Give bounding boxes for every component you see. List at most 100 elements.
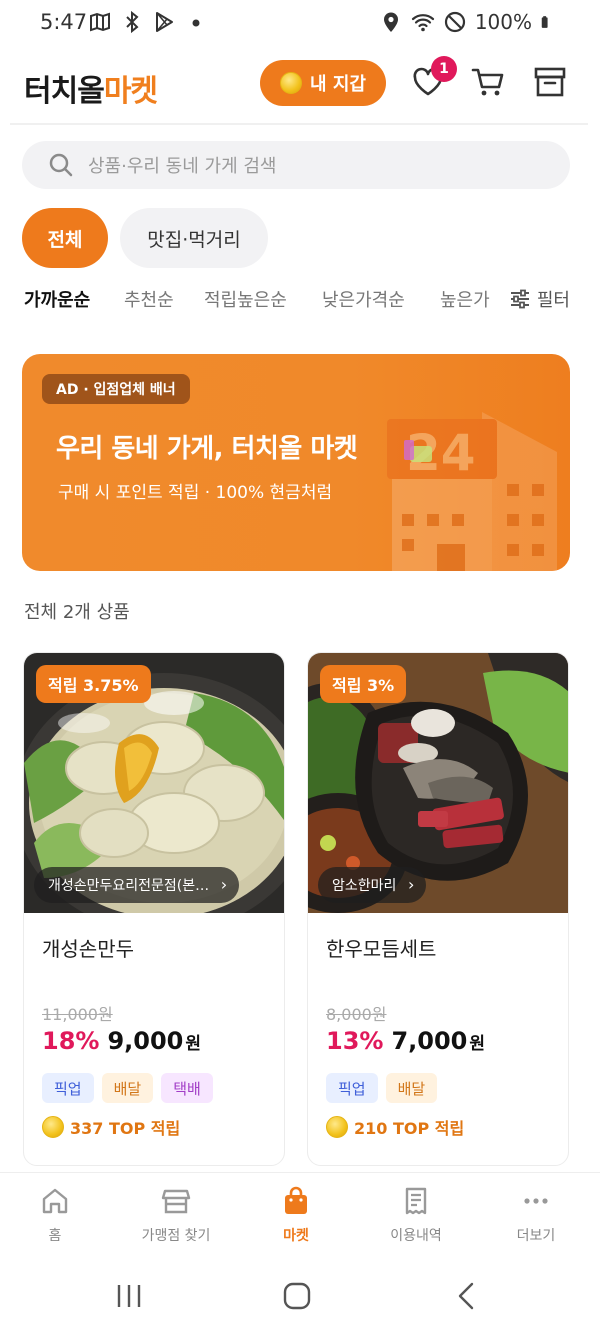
battery-icon (541, 16, 548, 28)
shopping-bag-icon (285, 1186, 307, 1214)
tag-delivery: 배달 (101, 1073, 154, 1103)
status-bar: 5:47 100% (0, 0, 600, 48)
status-time: 5:47 (40, 10, 88, 34)
dot-icon (192, 19, 200, 27)
fulfillment-tags: 픽업 배달 택배 (42, 1073, 213, 1103)
wishlist-count-badge: 1 (431, 56, 457, 82)
chevron-right-icon: › (220, 875, 228, 894)
bluetooth-icon (126, 10, 139, 34)
back-icon[interactable] (452, 1282, 482, 1310)
logo-text-accent: 마켓 (103, 74, 158, 109)
product-card[interactable]: 적립 3.75% 개성손만두요리전문점(본… › 개성손만두 11,000원 1… (23, 652, 285, 1166)
product-photo[interactable]: 적립 3% 암소한마리 › (308, 653, 568, 913)
store-link[interactable]: 암소한마리 › (318, 867, 427, 903)
currency-unit: 원 (185, 1034, 202, 1054)
home-button-icon[interactable] (282, 1282, 312, 1310)
nav-history-label: 이용내역 (390, 1228, 442, 1244)
filter-icon (510, 289, 529, 309)
product-photo[interactable]: 적립 3.75% 개성손만두요리전문점(본… › (24, 653, 284, 913)
sort-options: 가까운순 추천순 적립높은순 낮은가격순 높은가 (24, 286, 584, 316)
wifi-icon (411, 14, 434, 32)
do-not-disturb-icon (444, 11, 465, 33)
search-icon (49, 153, 73, 177)
nav-more-label: 더보기 (516, 1228, 556, 1244)
nav-more[interactable]: 더보기 (481, 1185, 591, 1245)
store-link[interactable]: 개성손만두요리전문점(본… › (34, 867, 240, 903)
reward-points-label: 210 TOP 적립 (354, 1119, 465, 1138)
banner-title: 우리 동네 가게, 터치올 마켓 (56, 434, 358, 464)
recent-apps-icon[interactable] (114, 1282, 144, 1310)
currency-unit: 원 (469, 1034, 486, 1054)
search-placeholder: 상품·우리 동네 가게 검색 (88, 156, 277, 177)
category-chip-food[interactable]: 맛집·먹거리 (120, 208, 268, 268)
nav-home[interactable]: 홈 (0, 1185, 110, 1245)
sort-option-price-high[interactable]: 높은가 (440, 286, 490, 312)
more-icon (524, 1198, 548, 1204)
tag-parcel: 택배 (161, 1073, 213, 1103)
app-logo[interactable]: 터치올마켓 (24, 66, 158, 110)
discount-rate: 13% (326, 1027, 384, 1055)
logo-text-primary: 터치올 (24, 74, 105, 109)
status-right-icons: 100% (379, 10, 554, 34)
nav-store-finder-label: 가맹점 찾기 (141, 1228, 211, 1244)
chevron-right-icon: › (408, 875, 415, 894)
reward-rate-tag: 적립 3% (320, 665, 407, 703)
sort-option-reward-high[interactable]: 적립높은순 (204, 286, 287, 312)
discount-rate: 18% (42, 1027, 100, 1055)
search-input[interactable]: 상품·우리 동네 가게 검색 (22, 141, 570, 189)
nav-market[interactable]: 마켓 (241, 1185, 351, 1245)
bottom-navigation: 홈 가맹점 찾기 마켓 이용내역 더보기 (0, 1172, 600, 1260)
system-navigation-bar (0, 1262, 600, 1327)
archive-icon[interactable] (532, 64, 568, 100)
nav-history[interactable]: 이용내역 (361, 1185, 471, 1245)
product-count: 전체 2개 상품 (24, 602, 130, 623)
map-icon (90, 12, 110, 32)
tag-delivery: 배달 (385, 1073, 438, 1103)
fulfillment-tags: 픽업 배달 (326, 1073, 438, 1103)
tag-pickup: 픽업 (326, 1073, 378, 1103)
store-building-illustration: 24 (387, 412, 557, 571)
original-price: 8,000원 (326, 1005, 387, 1024)
product-card[interactable]: 적립 3% 암소한마리 › 한우모듬세트 8,000원 13% 7,000 원 … (307, 652, 569, 1166)
store-name: 암소한마리 (332, 878, 397, 894)
cart-icon[interactable] (470, 64, 506, 100)
filter-button[interactable]: 필터 (502, 286, 570, 312)
price-row: 18% 9,000 원 (42, 1027, 201, 1055)
location-icon (383, 12, 398, 32)
product-name: 한우모듬세트 (326, 937, 437, 961)
battery-percent: 100% (474, 10, 532, 34)
tag-pickup: 픽업 (42, 1073, 94, 1103)
banner-subtitle: 구매 시 포인트 적립 · 100% 현금처럼 (58, 483, 333, 503)
play-store-icon (156, 12, 173, 32)
sort-option-recommended[interactable]: 추천순 (124, 286, 174, 312)
app-header: 터치올마켓 내 지갑 1 (0, 52, 600, 122)
nav-store-finder[interactable]: 가맹점 찾기 (121, 1185, 231, 1245)
coin-icon (42, 1116, 64, 1138)
receipt-icon (405, 1187, 427, 1215)
sale-price: 7,000 (391, 1027, 468, 1055)
store-icon (161, 1189, 191, 1214)
coin-icon (326, 1116, 348, 1138)
nav-home-label: 홈 (48, 1228, 62, 1244)
wallet-label: 내 지갑 (310, 74, 366, 95)
status-left-icons (88, 10, 208, 34)
header-divider (10, 123, 588, 125)
reward-rate-tag: 적립 3.75% (36, 665, 151, 703)
reward-points: 210 TOP 적립 (326, 1115, 464, 1139)
coin-icon (280, 72, 303, 94)
ad-banner[interactable]: AD · 입점업체 배너 우리 동네 가게, 터치올 마켓 구매 시 포인트 적… (22, 354, 570, 571)
home-icon (42, 1188, 68, 1214)
store-name: 개성손만두요리전문점(본… (48, 878, 210, 894)
filter-label: 필터 (536, 290, 570, 311)
reward-points: 337 TOP 적립 (42, 1115, 180, 1139)
reward-points-label: 337 TOP 적립 (70, 1119, 181, 1138)
category-chip-all[interactable]: 전체 (22, 208, 108, 268)
ad-label: AD · 입점업체 배너 (42, 374, 190, 404)
price-row: 13% 7,000 원 (326, 1027, 485, 1055)
sort-option-price-low[interactable]: 낮은가격순 (322, 286, 405, 312)
my-wallet-button[interactable]: 내 지갑 (260, 60, 386, 106)
product-name: 개성손만두 (42, 937, 134, 961)
sale-price: 9,000 (107, 1027, 184, 1055)
original-price: 11,000원 (42, 1005, 113, 1024)
sort-option-nearest[interactable]: 가까운순 (24, 286, 90, 312)
